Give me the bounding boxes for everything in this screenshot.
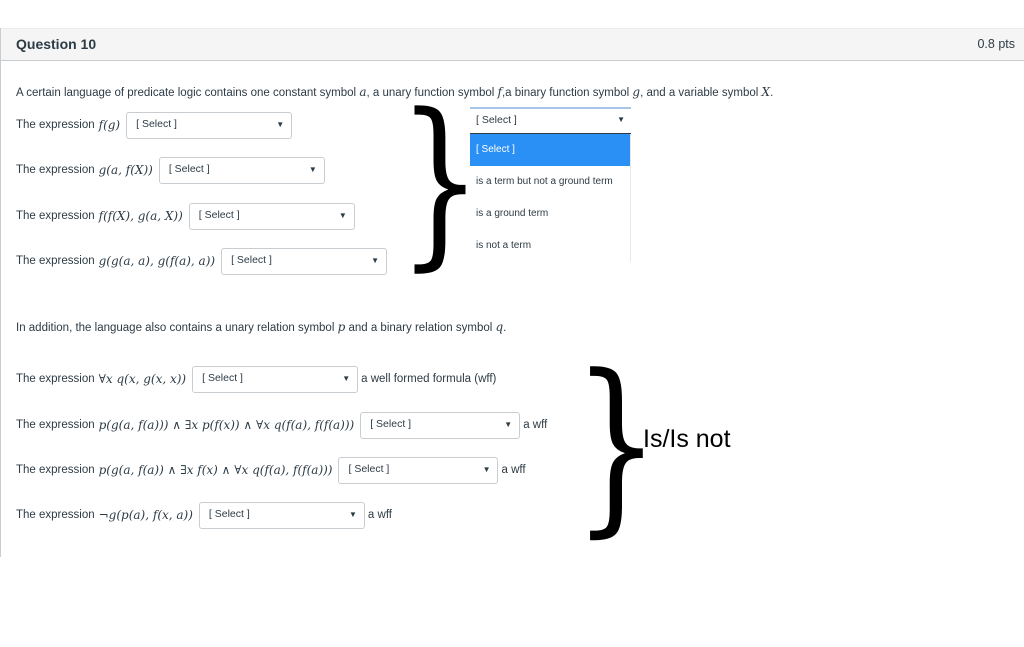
intro-text-part: ,a binary function symbol: [501, 87, 633, 99]
expression-math: ∀x q(x, g(x, x)): [98, 372, 187, 386]
addition-text-part: In addition, the language also contains …: [16, 322, 338, 334]
term-select-1[interactable]: [ Select ] ▼: [126, 111, 293, 139]
dropdown-options-list: [ Select ] is a term but not a ground te…: [470, 134, 631, 262]
dropdown-option[interactable]: is a term but not a ground term: [470, 166, 630, 198]
expression-label: The expression: [16, 509, 95, 521]
expression-label: The expression: [16, 119, 95, 131]
expression-label: The expression: [16, 164, 95, 176]
intro-text-part: , and a variable symbol: [640, 87, 762, 99]
expression-math: p(g(a, f(a))) ∧ ∃x p(f(x)) ∧ ∀x q(f(a), …: [98, 418, 355, 432]
term-question-row: The expression g(g(a, a), g(f(a), a)) [ …: [16, 246, 388, 276]
dropdown-arrow-icon: ▼: [338, 210, 347, 220]
is-is-not-annotation: Is/Is not: [643, 425, 731, 453]
term-options-dropdown: [ Select ] ▼ [ Select ] is a term but no…: [470, 107, 631, 262]
expression-label: The expression: [16, 373, 95, 385]
term-select-2[interactable]: [ Select ] ▼: [158, 156, 325, 184]
term-select-3[interactable]: [ Select ] ▼: [188, 202, 355, 230]
dropdown-arrow-icon: ▼: [342, 373, 351, 383]
question-title: Question 10: [16, 36, 97, 52]
expression-label: The expression: [16, 210, 95, 222]
intro-text-part: A certain language of predicate logic co…: [16, 87, 360, 99]
question-header: Question 10 0.8 pts: [1, 28, 1024, 61]
term-question-row: The expression g(a, f(X)) [ Select ] ▼: [16, 155, 325, 185]
dropdown-option[interactable]: is not a term: [470, 230, 630, 262]
term-question-row: The expression f(g) [ Select ] ▼: [16, 110, 293, 140]
dropdown-arrow-icon: ▼: [482, 464, 491, 474]
wff-question-row: The expression ¬g(p(a), f(x, a)) [ Selec…: [16, 500, 392, 530]
expression-math: f(f(X), g(a, X)): [98, 209, 183, 223]
expression-math: g(a, f(X)): [98, 163, 153, 177]
dropdown-arrow-icon: ▼: [308, 164, 317, 174]
expression-suffix: a wff: [501, 464, 526, 476]
question-points: 0.8 pts: [977, 37, 1015, 51]
intro-text: A certain language of predicate logic co…: [16, 85, 773, 99]
dropdown-arrow-icon: ▼: [617, 115, 625, 124]
select-value: [ Select ]: [370, 417, 412, 430]
dropdown-option[interactable]: [ Select ]: [470, 134, 630, 166]
variable-symbol: X: [761, 85, 771, 99]
dropdown-option[interactable]: is a ground term: [470, 198, 630, 230]
dropdown-current-value: [ Select ]: [476, 114, 517, 126]
select-value: [ Select ]: [208, 507, 250, 520]
intro-text-part: .: [770, 87, 774, 99]
wff-question-row: The expression p(g(a, f(a))) ∧ ∃x p(f(x)…: [16, 410, 547, 440]
addition-text-part: .: [503, 322, 507, 334]
select-value: [ Select ]: [198, 208, 240, 221]
expression-math: p(g(a, f(a)) ∧ ∃x f(x) ∧ ∀x q(f(a), f(f(…: [98, 463, 333, 477]
addition-text: In addition, the language also contains …: [16, 320, 506, 334]
expression-math: ¬g(p(a), f(x, a)): [98, 508, 193, 522]
expression-suffix: a wff: [523, 419, 548, 431]
expression-label: The expression: [16, 419, 95, 431]
select-value: [ Select ]: [168, 162, 210, 175]
addition-text-part: and a binary relation symbol: [345, 322, 496, 334]
dropdown-arrow-icon: ▼: [349, 509, 357, 519]
select-value: [ Select ]: [202, 371, 243, 384]
select-value: [ Select ]: [136, 117, 177, 130]
wff-question-row: The expression ∀x q(x, g(x, x)) [ Select…: [16, 364, 496, 394]
term-select-4[interactable]: [ Select ] ▼: [221, 247, 388, 275]
wff-question-row: The expression p(g(a, f(a)) ∧ ∃x f(x) ∧ …: [16, 455, 526, 485]
wff-select-4[interactable]: [ Select ] ▼: [198, 501, 365, 529]
binary-function-symbol: g: [632, 85, 641, 99]
expression-math: g(g(a, a), g(f(a), a)): [98, 254, 216, 268]
select-value: [ Select ]: [348, 462, 390, 475]
dropdown-arrow-icon: ▼: [276, 119, 285, 129]
select-value: [ Select ]: [231, 253, 272, 266]
expression-label: The expression: [16, 255, 95, 267]
dropdown-header[interactable]: [ Select ] ▼: [470, 107, 631, 134]
wff-select-1[interactable]: [ Select ] ▼: [192, 365, 359, 393]
term-question-row: The expression f(f(X), g(a, X)) [ Select…: [16, 201, 355, 231]
expression-suffix: a well formed formula (wff): [361, 373, 497, 385]
wff-select-2[interactable]: [ Select ] ▼: [360, 411, 521, 439]
dropdown-arrow-icon: ▼: [371, 255, 380, 265]
expression-suffix: a wff: [367, 509, 392, 521]
expression-math: f(g): [98, 118, 121, 132]
wff-select-3[interactable]: [ Select ] ▼: [338, 456, 499, 484]
expression-label: The expression: [16, 464, 95, 476]
dropdown-arrow-icon: ▼: [504, 419, 513, 429]
